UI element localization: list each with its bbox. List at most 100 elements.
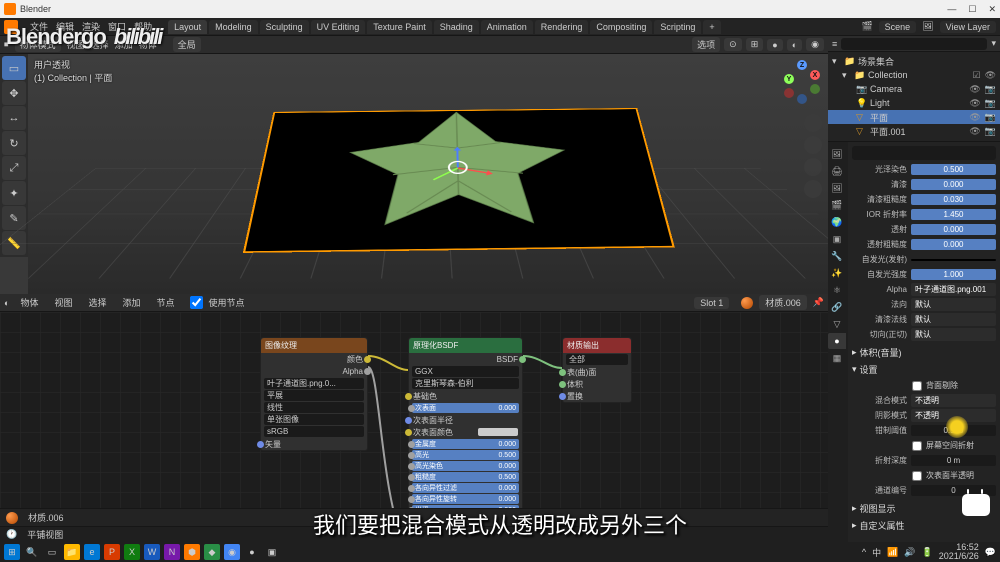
shading-solid[interactable]: ● bbox=[767, 39, 782, 51]
task-view-button[interactable]: ▭ bbox=[44, 544, 60, 560]
volume-icon[interactable]: 🔊 bbox=[904, 547, 915, 558]
nav-z-axis[interactable]: Z bbox=[797, 60, 807, 70]
tab-material[interactable]: ● bbox=[828, 333, 846, 349]
nav-y-axis[interactable]: Y bbox=[784, 74, 794, 84]
property-slider[interactable]: 清漆粗糙度0.030 bbox=[852, 192, 996, 207]
clock-date[interactable]: 2021/6/26 bbox=[939, 552, 979, 561]
material-output-node[interactable]: 材质输出 全部 表(曲)面 体积 置换 bbox=[562, 337, 632, 403]
explorer-icon[interactable]: 📁 bbox=[64, 544, 80, 560]
tab-constraints[interactable]: 🔗 bbox=[828, 299, 846, 315]
node-menu-view[interactable]: 视图 bbox=[49, 295, 77, 310]
bsdf-param[interactable]: 高光0.500 bbox=[412, 450, 519, 460]
workspace-tab[interactable]: Animation bbox=[481, 20, 533, 34]
node-menu-select[interactable]: 选择 bbox=[83, 295, 111, 310]
plane-object[interactable] bbox=[243, 108, 675, 253]
tab-render[interactable]: 🖼 bbox=[828, 146, 846, 162]
workspace-tab[interactable]: + bbox=[703, 20, 720, 34]
interpolation-dropdown[interactable]: 线性 bbox=[264, 402, 364, 413]
shader-node-editor[interactable]: ◐ 物体 视图 选择 添加 节点 使用节点 Slot 1 材质.006 📌 图像… bbox=[0, 294, 828, 508]
blender-taskbar-icon[interactable]: ⬢ bbox=[184, 544, 200, 560]
shadow-mode-dropdown[interactable]: 不透明 bbox=[911, 409, 996, 422]
tab-world[interactable]: 🌍 bbox=[828, 214, 846, 230]
blend-mode-dropdown[interactable]: 不透明 bbox=[911, 394, 996, 407]
viewport-canvas[interactable]: 用户透视 (1) Collection | 平面 bbox=[28, 54, 828, 294]
workspace-tab[interactable]: Shading bbox=[434, 20, 479, 34]
zoom-button[interactable] bbox=[804, 114, 822, 132]
transform-tool[interactable]: ✦ bbox=[2, 181, 26, 205]
tab-physics[interactable]: ⚛ bbox=[828, 282, 846, 298]
app-icon-3[interactable]: ▣ bbox=[264, 544, 280, 560]
word-icon[interactable]: W bbox=[144, 544, 160, 560]
image-texture-node[interactable]: 图像纹理 颜色 Alpha 叶子通道图.png.0... 平展 线性 单张图像 … bbox=[260, 337, 368, 451]
property-slider[interactable]: 透射粗糙度0.000 bbox=[852, 237, 996, 252]
navigation-gizmo[interactable]: X Y Z bbox=[782, 64, 822, 104]
app-icon[interactable]: ◆ bbox=[204, 544, 220, 560]
property-slider[interactable]: 清漆0.000 bbox=[852, 177, 996, 192]
property-slider[interactable]: IOR 折射率1.450 bbox=[852, 207, 996, 222]
battery-icon[interactable]: 🔋 bbox=[922, 547, 933, 558]
colorspace-dropdown[interactable]: sRGB bbox=[264, 426, 364, 437]
tab-object[interactable]: ▣ bbox=[828, 231, 846, 247]
start-button[interactable]: ⊞ bbox=[4, 544, 20, 560]
notifications-icon[interactable]: 💬 bbox=[985, 547, 996, 558]
node-menu-add[interactable]: 添加 bbox=[117, 295, 145, 310]
bsdf-param[interactable]: 次表面颜色 bbox=[409, 426, 522, 438]
outliner-item[interactable]: ▽平面.001👁📷 bbox=[828, 124, 1000, 138]
use-nodes-checkbox[interactable] bbox=[190, 296, 203, 309]
tab-texture[interactable]: ▦ bbox=[828, 350, 846, 366]
bsdf-param[interactable]: 克里斯琴森-伯利 bbox=[412, 378, 519, 389]
node-canvas[interactable]: 图像纹理 颜色 Alpha 叶子通道图.png.0... 平展 线性 单张图像 … bbox=[0, 312, 828, 508]
sss-translucency-checkbox[interactable] bbox=[912, 471, 922, 481]
windows-taskbar[interactable]: ⊞ 🔍 ▭ 📁 e P X W N ⬢ ◆ ◉ ● ▣ ^ 中 📶 🔊 🔋 16… bbox=[0, 542, 1000, 562]
close-button[interactable]: ✕ bbox=[988, 4, 996, 15]
properties-content[interactable]: 光泽染色0.500清漆0.000清漆粗糙度0.030IOR 折射率1.450 透射… bbox=[848, 142, 1000, 542]
settings-section[interactable]: ▾ 设置 bbox=[852, 363, 996, 376]
workspace-tab[interactable]: UV Editing bbox=[311, 20, 366, 34]
single-image-dropdown[interactable]: 单张图像 bbox=[264, 414, 364, 425]
nav-neg-y[interactable] bbox=[810, 84, 820, 94]
select-box-tool[interactable]: ▭ bbox=[2, 56, 26, 80]
image-file-field[interactable]: 叶子通道图.png.0... bbox=[264, 378, 364, 389]
workspace-tab[interactable]: Compositing bbox=[590, 20, 652, 34]
tab-modifiers[interactable]: 🔧 bbox=[828, 248, 846, 264]
ime-icon[interactable]: 中 bbox=[872, 546, 881, 559]
volume-section[interactable]: ▸ 体积(音量) bbox=[852, 346, 996, 359]
outliner-item[interactable]: ▽平面👁📷 bbox=[828, 110, 1000, 124]
bsdf-param[interactable]: 高光染色0.000 bbox=[412, 461, 519, 471]
bsdf-param[interactable]: 各向异性过滤0.000 bbox=[412, 483, 519, 493]
tab-output[interactable]: 🖨 bbox=[828, 163, 846, 179]
scene-selector[interactable]: Scene bbox=[879, 21, 917, 33]
bsdf-param[interactable]: 金属度0.000 bbox=[412, 439, 519, 449]
workspace-tab[interactable]: Layout bbox=[168, 20, 207, 34]
tab-particles[interactable]: ✨ bbox=[828, 265, 846, 281]
bsdf-param[interactable]: 次表面半径 bbox=[409, 414, 522, 426]
shader-type-selector[interactable]: 物体 bbox=[15, 295, 43, 310]
outliner-item[interactable]: 💡Light👁📷 bbox=[828, 96, 1000, 110]
tab-scene[interactable]: 🎬 bbox=[828, 197, 846, 213]
scene-collection-row[interactable]: ▾📁场景集合 bbox=[828, 54, 1000, 68]
shading-wireframe[interactable]: ⊞ bbox=[746, 38, 764, 51]
editor-type-icon[interactable]: ◐ bbox=[4, 298, 9, 308]
nav-neg-z[interactable] bbox=[797, 94, 807, 104]
nav-neg-x[interactable] bbox=[784, 88, 794, 98]
overlays-toggle[interactable]: ⊙ bbox=[724, 38, 742, 51]
node-menu-node[interactable]: 节点 bbox=[152, 295, 180, 310]
tab-mesh[interactable]: ▽ bbox=[828, 316, 846, 332]
scale-tool[interactable]: ⤢ bbox=[2, 156, 26, 180]
filter-button[interactable]: ▾ bbox=[991, 38, 996, 49]
3d-viewport[interactable]: ⏹ 物体模式 视图 选择 添加 物体 全局 选项 ⊙ ⊞ ● ◐ ◉ ▭ ✥ bbox=[0, 36, 828, 294]
properties-search[interactable] bbox=[852, 146, 996, 160]
orientation-selector[interactable]: 全局 bbox=[173, 37, 201, 52]
search-button[interactable]: 🔍 bbox=[24, 544, 40, 560]
outliner-search-field[interactable] bbox=[841, 38, 987, 50]
chrome-icon[interactable]: ◉ bbox=[224, 544, 240, 560]
projection-dropdown[interactable]: 平展 bbox=[264, 390, 364, 401]
persp-button[interactable] bbox=[804, 180, 822, 198]
principled-bsdf-node[interactable]: 原理化BSDF BSDF GGX克里斯琴森-伯利基础色次表面0.000次表面半径… bbox=[408, 337, 523, 508]
target-dropdown[interactable]: 全部 bbox=[566, 354, 628, 365]
tab-viewlayer[interactable]: 🖼 bbox=[828, 180, 846, 196]
app-icon-2[interactable]: ● bbox=[244, 544, 260, 560]
property-slider[interactable]: 光泽染色0.500 bbox=[852, 162, 996, 177]
bsdf-param[interactable]: 基础色 bbox=[409, 390, 522, 402]
properties-editor[interactable]: 🖼 🖨 🖼 🎬 🌍 ▣ 🔧 ✨ ⚛ 🔗 ▽ ● ▦ 光泽染色0.500清漆0.0… bbox=[828, 142, 1000, 542]
